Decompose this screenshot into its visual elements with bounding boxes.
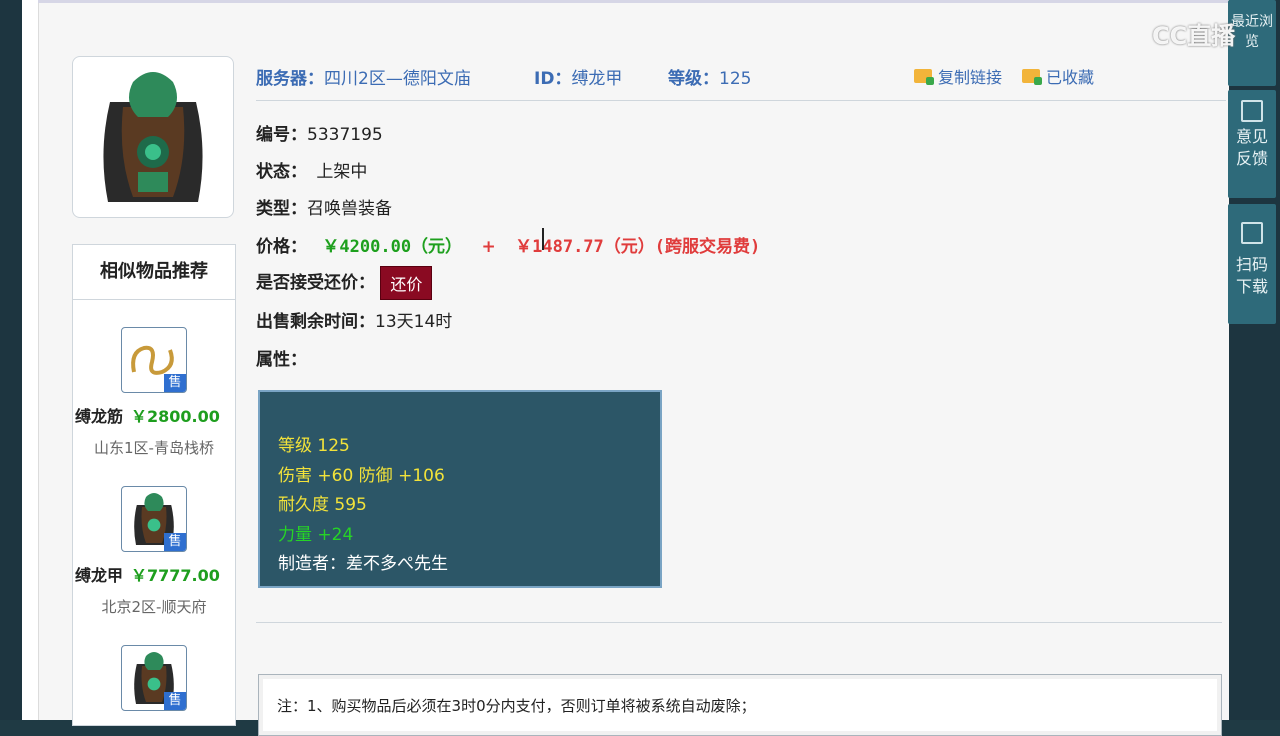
similar-item-name: 缚龙甲 [75,566,124,585]
server-info: 服务器：四川2区—德阳文庙 [256,64,471,89]
notice-box: 注：1、购买物品后必须在3时0分内支付，否则订单将被系统自动废除； [258,674,1222,736]
sale-tag: 售 [164,533,186,551]
favorite-label: 已收藏 [1046,68,1095,87]
price-row: 价格： ￥4200.00（元） + ￥1487.77（元）(跨服交易费) [256,232,760,257]
type-label: 类型： [256,199,307,219]
edit-icon [1241,100,1263,122]
feedback-label-2: 反馈 [1235,149,1268,168]
type-value: 召唤兽装备 [307,199,392,219]
favorite-button[interactable]: 已收藏 [1022,64,1094,88]
copy-link-button[interactable]: 复制链接 [914,64,1002,88]
scan-download-button[interactable]: 扫码 下载 [1228,204,1276,324]
level-label: 等级： [668,69,719,89]
id-label: ID： [534,69,572,89]
counter-offer-button[interactable]: 还价 [380,266,433,300]
cc-watermark: CC直播 [1152,22,1236,50]
type-row: 类型：召唤兽装备 [256,194,392,219]
similar-item-price: ￥7777.00 [131,566,220,585]
attr-damage-defense: 伤害 +60 防御 +106 [278,465,445,486]
section-divider [256,622,1222,623]
similar-item-name-price: 缚龙筋 ￥2800.00 [75,403,237,427]
number-label: 编号： [256,125,307,145]
notice-text: 注：1、购买物品后必须在3时0分内支付，否则订单将被系统自动废除； [277,697,756,715]
server-label: 服务器： [256,69,324,89]
scan-icon [1241,222,1263,244]
attr-maker: 制造者：差不多ぺ先生 [278,554,448,574]
sale-tag: 售 [164,374,186,392]
top-rule [38,0,1228,3]
similar-item-name-price: 缚龙甲 ￥7777.00 [75,562,237,586]
status-value: 上架中 [316,162,368,182]
id-info: ID：缚龙甲 [534,64,622,89]
price-value: ￥4200.00（元） [322,237,463,257]
similar-item-thumb[interactable]: 售 [121,486,187,552]
cross-server-fee: ￥1487.77（元）(跨服交易费) [515,237,761,257]
counter-offer-row: 是否接受还价： 还价 [256,266,433,300]
remaining-time-row: 出售剩余时间：13天14时 [256,307,452,332]
similar-item-server: 山东1区-青岛栈桥 [94,439,214,457]
remaining-time-value: 13天14时 [375,312,453,332]
similar-item-thumb[interactable]: 售 [121,327,187,393]
similar-items-sidebar: 相似物品推荐 售 缚龙筋 ￥2800.00 山东1区-青岛栈桥 售 缚龙甲 ￥777… [72,244,236,726]
status-row: 状态： 上架中 [256,157,367,182]
scan-label-1: 扫码 [1235,255,1268,274]
attributes-row: 属性： [256,345,307,370]
similar-item-name: 缚龙筋 [75,407,124,426]
attribute-panel: 等级 125 伤害 +60 防御 +106 耐久度 595 力量 +24 制造者… [258,390,662,588]
server-value: 四川2区—德阳文庙 [324,69,471,89]
header-divider [256,100,1226,101]
attributes-label: 属性： [256,350,307,370]
similar-item-price: ￥2800.00 [131,407,220,426]
copy-link-label: 复制链接 [938,68,1003,87]
remaining-time-label: 出售剩余时间： [256,312,375,332]
level-info: 等级：125 [668,64,751,89]
attr-durability: 耐久度 595 [278,495,367,515]
sale-tag: 售 [164,692,186,710]
id-value: 缚龙甲 [571,69,623,89]
number-row: 编号：5337195 [256,120,383,145]
attr-strength: 力量 +24 [278,524,354,545]
scan-label-2: 下载 [1235,277,1268,296]
counter-offer-label: 是否接受还价： [256,273,375,293]
copy-link-icon [914,69,934,85]
item-image-box [72,56,234,218]
price-label: 价格： [256,237,307,257]
level-value: 125 [719,69,752,89]
attr-level: 等级 125 [278,436,350,456]
left-edge [0,0,22,720]
similar-items-title: 相似物品推荐 [73,245,235,300]
armor-item-icon [103,72,203,202]
recent-browse-label: 最近浏览 [1231,14,1273,50]
text-cursor [542,228,544,250]
feedback-label-1: 意见 [1235,127,1268,146]
price-plus: + [481,237,496,257]
status-label: 状态： [256,162,307,182]
similar-item-server: 北京2区-顺天府 [101,598,207,616]
number-value: 5337195 [307,125,383,145]
favorite-icon [1022,69,1042,85]
similar-item-thumb[interactable]: 售 [121,645,187,711]
feedback-button[interactable]: 意见 反馈 [1228,90,1276,198]
